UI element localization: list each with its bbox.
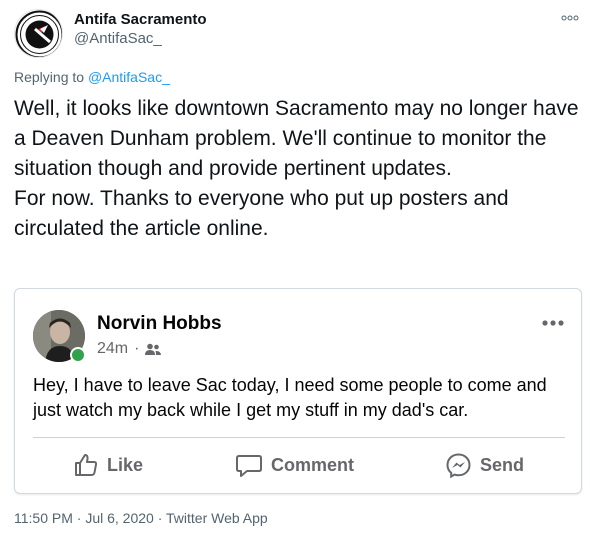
replying-to-label: Replying to [14,69,88,85]
tweet-header: Antifa Sacramento @AntifaSac_ [14,9,580,61]
antifa-logo-icon [15,10,62,57]
send-button[interactable]: Send [445,450,524,480]
like-label: Like [107,454,144,475]
online-status-badge [70,347,86,363]
post-author-name[interactable]: Norvin Hobbs [97,313,222,335]
like-button[interactable]: Like [73,450,143,480]
more-options-icon[interactable] [560,11,580,25]
tweet-text: Well, it looks like downtown Sacramento … [14,97,579,240]
post-more-icon[interactable] [541,319,565,327]
meta-separator: · [134,340,140,357]
replying-to-mention[interactable]: @AntifaSac_ [88,69,170,85]
post-actions: Like Comment Send [15,438,581,493]
author-names: Antifa Sacramento @AntifaSac_ [74,11,207,49]
thumbs-up-icon [75,454,98,476]
tweet-timestamp[interactable]: 11:50 PM · Jul 6, 2020 · Twitter Web App [14,510,268,526]
author-display-name[interactable]: Antifa Sacramento [74,11,207,29]
tweet: Antifa Sacramento @AntifaSac_ Replying t… [0,0,590,546]
comment-button[interactable]: Comment [235,450,354,480]
messenger-icon [446,452,471,478]
friends-icon [145,343,162,355]
post-body: Hey, I have to leave Sac today, I need s… [33,375,547,420]
replying-to: Replying to @AntifaSac_ [14,69,170,85]
profile-avatar[interactable] [14,9,63,58]
author-handle[interactable]: @AntifaSac_ [74,29,207,49]
send-label: Send [480,454,525,475]
embedded-facebook-post: Norvin Hobbs 24m · Hey, I have to leave … [14,288,582,494]
post-time[interactable]: 24m [97,340,128,358]
comment-icon [236,455,262,477]
post-meta: 24m · [97,340,162,358]
comment-label: Comment [271,454,355,475]
